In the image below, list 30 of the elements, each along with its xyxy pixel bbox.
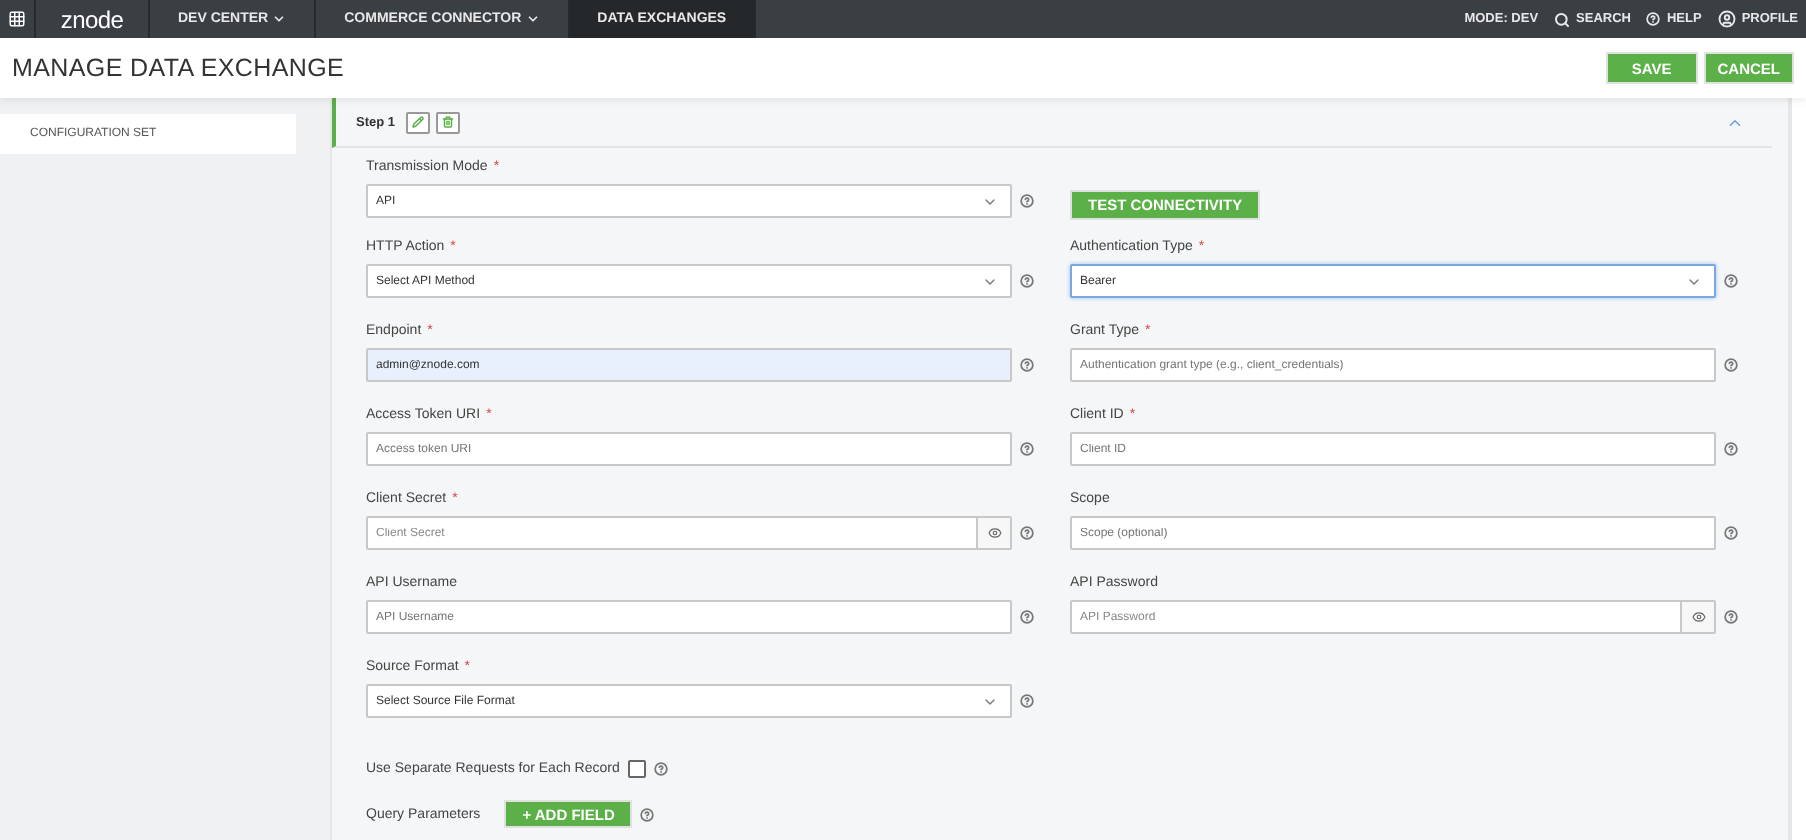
show-password-button[interactable] xyxy=(1680,602,1714,632)
help-icon[interactable] xyxy=(1020,194,1034,208)
app-grid-icon[interactable] xyxy=(8,10,26,28)
help-icon[interactable] xyxy=(1724,358,1738,372)
help-icon xyxy=(1646,12,1661,26)
eye-icon xyxy=(1691,610,1705,624)
help-icon[interactable] xyxy=(1724,610,1738,624)
help-icon[interactable] xyxy=(1020,694,1034,708)
help-icon[interactable] xyxy=(1020,526,1034,540)
search-icon xyxy=(1554,11,1571,27)
eye-icon xyxy=(987,526,1001,540)
help-icon[interactable] xyxy=(1020,274,1034,288)
znode-logo[interactable]: znode xyxy=(60,5,124,33)
help-icon[interactable] xyxy=(653,761,668,775)
pencil-icon xyxy=(411,116,424,128)
checkbox[interactable] xyxy=(627,759,646,777)
edit-button[interactable] xyxy=(405,111,430,133)
user-icon xyxy=(1717,10,1736,28)
page-title: MANAGE DATA EXCHANGE xyxy=(12,54,345,82)
trash-icon xyxy=(441,116,454,128)
scrollbar-track[interactable] xyxy=(1790,98,1806,840)
delete-button[interactable] xyxy=(435,111,460,133)
help-icon[interactable] xyxy=(1724,274,1738,288)
help-icon[interactable] xyxy=(640,807,655,821)
show-password-button[interactable] xyxy=(976,518,1010,548)
help-icon[interactable] xyxy=(1020,442,1034,456)
help-icon[interactable] xyxy=(1724,442,1738,456)
help-icon[interactable] xyxy=(1020,610,1034,624)
help-icon[interactable] xyxy=(1724,526,1738,540)
help-icon[interactable] xyxy=(1020,358,1034,372)
